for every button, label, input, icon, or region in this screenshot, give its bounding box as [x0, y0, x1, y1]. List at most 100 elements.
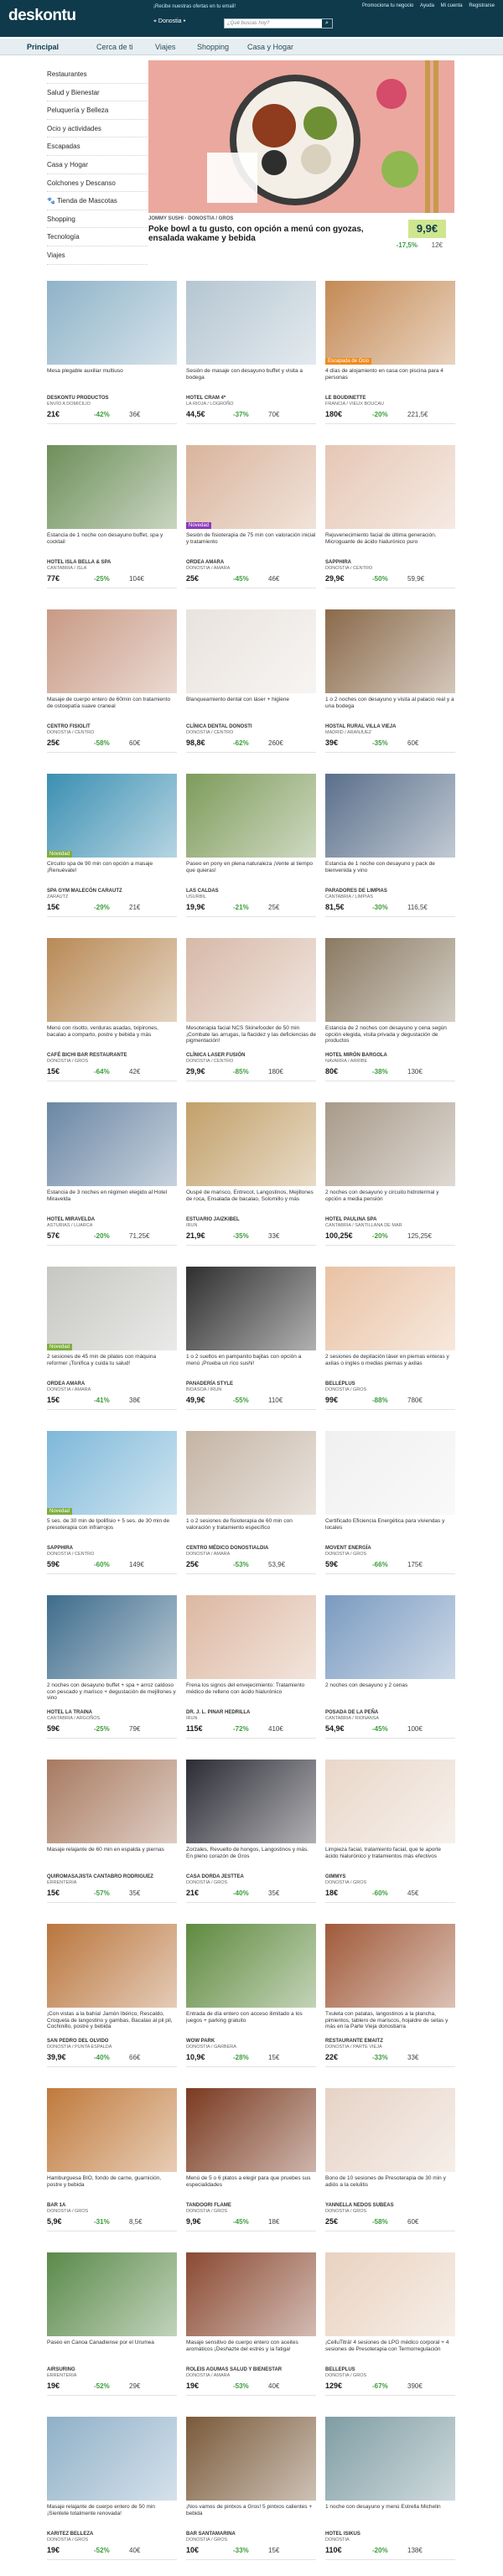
deal-title[interactable]: 2 noches con desayuno buffet + spa + arr… [47, 1682, 177, 1701]
category-item[interactable]: Escapadas [47, 137, 148, 156]
deal-image[interactable] [325, 2252, 455, 2336]
deal-title[interactable]: 4 días de alojamiento en casa con piscin… [325, 368, 455, 386]
deal-image[interactable] [47, 1924, 177, 2008]
deal-card[interactable]: Sesión de masaje con desayuno buffet y v… [186, 281, 316, 440]
newsletter-promo[interactable]: ¡Recibe nuestras ofertas en tu email! [153, 4, 236, 9]
deal-title[interactable]: Menú de 5 o 6 platos a elegir para que p… [186, 2175, 316, 2194]
deal-title[interactable]: Estancia de 1 noche con desayuno y pack … [325, 861, 455, 879]
deal-image[interactable] [325, 2088, 455, 2172]
deal-image[interactable] [325, 445, 455, 529]
deal-title[interactable]: Masaje relajante de 60 min en espalda y … [47, 1847, 177, 1865]
deal-card[interactable]: Mesoterapia facial NCS Skinefooder de 50… [186, 938, 316, 1097]
deal-title[interactable]: ¡CelluTitrá! 4 sesiones de LPG médico co… [325, 2340, 455, 2358]
deal-image[interactable] [325, 1924, 455, 2008]
deal-card[interactable]: ¡CelluTitrá! 4 sesiones de LPG médico co… [325, 2252, 455, 2412]
deal-image[interactable]: Novedad [186, 445, 316, 529]
register-link[interactable]: Registrarse [469, 3, 495, 8]
deal-image[interactable] [186, 1267, 316, 1350]
deal-card[interactable]: Paseo en pony en plena naturaleza ¡Vente… [186, 774, 316, 933]
deal-title[interactable]: Circuito spa de 90 min con opción a masa… [47, 861, 177, 879]
deal-title[interactable]: Estancia de 2 noches con desayuno y cena… [325, 1025, 455, 1044]
deal-title[interactable]: Frena los signos del envejecimiento: Tra… [186, 1682, 316, 1701]
deal-image[interactable] [186, 2252, 316, 2336]
deal-title[interactable]: Bono de 10 sesiones de Presoterapia de 3… [325, 2175, 455, 2194]
deal-card[interactable]: Estancia de 1 noche con desayuno y pack … [325, 774, 455, 933]
deal-card[interactable]: Novedad 2 sesiones de 45 min de pilates c… [47, 1267, 177, 1426]
deal-image[interactable] [47, 1760, 177, 1843]
deal-card[interactable]: Masaje relajante de 60 min en espalda y … [47, 1760, 177, 1919]
deal-title[interactable]: Estancia de 3 noches en régimen elegido … [47, 1190, 177, 1208]
deal-title[interactable]: 1 noche con desayuno y menú Estrella Mic… [325, 2504, 455, 2522]
deal-title[interactable]: 1 o 2 noches con desayuno y visita al pa… [325, 697, 455, 715]
deal-card[interactable]: ¡Nos vamos de pintxos a Gros! 5 pintxos … [186, 2417, 316, 2576]
deal-image[interactable] [186, 2088, 316, 2172]
deal-card[interactable]: 1 o 2 sueltos en pampanito bajitas con o… [186, 1267, 316, 1426]
deal-card[interactable]: ¡Con vistas a la bahía! Jamón Ibérico, R… [47, 1924, 177, 2083]
featured-image[interactable] [148, 60, 454, 213]
deal-image[interactable] [325, 1760, 455, 1843]
tab-casa-hogar[interactable]: Casa y Hogar [247, 43, 293, 51]
category-item[interactable]: Restaurantes [47, 65, 148, 84]
category-item[interactable]: Colchones y Descanso [47, 174, 148, 193]
deal-card[interactable]: Certificado Eficiencia Energética para v… [325, 1431, 455, 1590]
deal-image[interactable] [186, 774, 316, 858]
deal-card[interactable]: Menú con risotto, verduras asadas, txipi… [47, 938, 177, 1097]
deal-title[interactable]: Menú con risotto, verduras asadas, txipi… [47, 1025, 177, 1044]
deal-card[interactable]: 2 noches con desayuno y circuito hidrote… [325, 1102, 455, 1262]
deal-title[interactable]: Entrada de día entero con acceso ilimita… [186, 2011, 316, 2029]
deal-image[interactable] [325, 1595, 455, 1679]
deal-title[interactable]: Zorzales, Revuelto de hongos, Langostino… [186, 1847, 316, 1865]
tab-viajes[interactable]: Viajes [155, 43, 175, 51]
deal-title[interactable]: 2 noches con desayuno y 2 cenas [325, 1682, 455, 1701]
deal-image[interactable] [47, 1102, 177, 1186]
deal-title[interactable]: Blanqueamiento dental con láser + higien… [186, 697, 316, 715]
deal-card[interactable]: Novedad Sesión de fisioterapia de 75 min … [186, 445, 316, 604]
deal-image[interactable] [325, 2417, 455, 2501]
deal-image[interactable] [47, 281, 177, 365]
deal-image[interactable] [47, 938, 177, 1022]
featured-deal[interactable]: JOMMY SUSHI · DONOSTIA / GROS Poke bowl … [148, 60, 454, 253]
deal-card[interactable]: Novedad 5 ses. de 30 min de Ipolifisio + … [47, 1431, 177, 1590]
site-logo[interactable]: deskontu [8, 7, 76, 25]
deal-image[interactable]: Escapada de Ocio [325, 281, 455, 365]
deal-image[interactable] [186, 281, 316, 365]
deal-card[interactable]: Paseo en Canoa Canadiense por el Urumea A… [47, 2252, 177, 2412]
deal-image[interactable] [325, 609, 455, 693]
tab-shopping[interactable]: Shopping [197, 43, 229, 51]
deal-image[interactable] [47, 2088, 177, 2172]
deal-title[interactable]: Hamburguesa BIO, fondo de carne, guarnic… [47, 2175, 177, 2194]
deal-image[interactable] [47, 2252, 177, 2336]
deal-title[interactable]: 2 sesiones de depilación láser en pierna… [325, 1354, 455, 1372]
deal-title[interactable]: Sesión de fisioterapia de 75 min con val… [186, 532, 316, 551]
deal-title[interactable]: Limpieza facial, tratamiento facial, que… [325, 1847, 455, 1865]
search-input[interactable]: ¿Qué buscas hoy? ⌕ [224, 18, 333, 29]
deal-title[interactable]: 1 o 2 sueltos en pampanito bajitas con o… [186, 1354, 316, 1372]
deal-card[interactable]: Hamburguesa BIO, fondo de carne, guarnic… [47, 2088, 177, 2247]
deal-card[interactable]: Estancia de 1 noche con desayuno buffet,… [47, 445, 177, 604]
deal-image[interactable] [325, 1102, 455, 1186]
deal-image[interactable] [325, 1267, 455, 1350]
help-link[interactable]: Ayuda [420, 3, 434, 8]
deal-title[interactable]: Mesa plegable auxiliar multiuso [47, 368, 177, 386]
deal-image[interactable] [186, 1595, 316, 1679]
category-item[interactable]: 🐾 Tienda de Mascotas [47, 192, 148, 210]
deal-card[interactable]: Masaje sensitivo de cuerpo entero con ac… [186, 2252, 316, 2412]
deal-card[interactable]: Estancia de 3 noches en régimen elegido … [47, 1102, 177, 1262]
deal-image[interactable] [186, 1924, 316, 2008]
deal-card[interactable]: 2 noches con desayuno buffet + spa + arr… [47, 1595, 177, 1754]
deal-image[interactable] [325, 938, 455, 1022]
deal-card[interactable]: Blanqueamiento dental con láser + higien… [186, 609, 316, 769]
deal-title[interactable]: Sesión de masaje con desayuno buffet y v… [186, 368, 316, 386]
deal-card[interactable]: 2 noches con desayuno y 2 cenas POSADA DE… [325, 1595, 455, 1754]
deal-title[interactable]: Paseo en Canoa Canadiense por el Urumea [47, 2340, 177, 2358]
deal-image[interactable] [47, 609, 177, 693]
deal-title[interactable]: Rejuvenecimiento facial de última genera… [325, 532, 455, 551]
deal-image[interactable]: Novedad [47, 1431, 177, 1515]
category-item[interactable]: Viajes [47, 246, 148, 265]
deal-title[interactable]: 5 ses. de 30 min de Ipolifisio + 5 ses. … [47, 1518, 177, 1537]
deal-title[interactable]: Masaje de cuerpo entero de 60min con tra… [47, 697, 177, 715]
deal-image[interactable]: Novedad [47, 1267, 177, 1350]
category-item[interactable]: Salud y Bienestar [47, 84, 148, 102]
deal-title[interactable]: 2 sesiones de 45 min de pilates con máqu… [47, 1354, 177, 1372]
deal-card[interactable]: Limpieza facial, tratamiento facial, que… [325, 1760, 455, 1919]
